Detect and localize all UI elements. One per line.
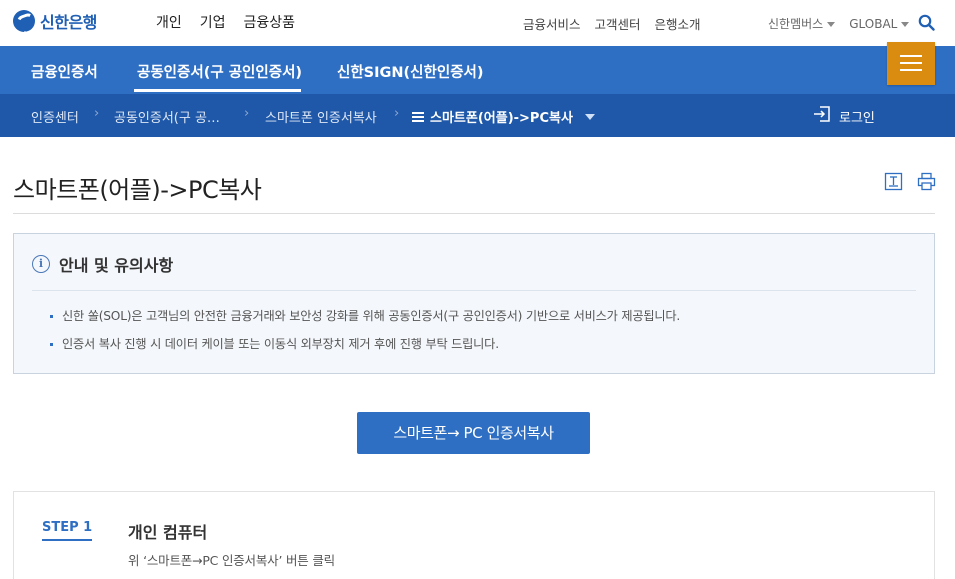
smartphone-to-pc-copy-button[interactable]: 스마트폰→ PC 인증서복사 bbox=[357, 412, 590, 454]
page-tools bbox=[884, 172, 936, 191]
chevron-down-icon bbox=[827, 22, 836, 27]
login-button[interactable]: 로그인 bbox=[813, 105, 875, 127]
global-select[interactable]: GLOBAL bbox=[849, 16, 910, 31]
family-site-select[interactable]: 신한멤버스 bbox=[768, 15, 836, 32]
active-tab-indicator bbox=[134, 89, 301, 92]
list-icon bbox=[412, 111, 424, 122]
tab-financial-certificate[interactable]: 금융인증서 bbox=[31, 61, 98, 82]
chevron-down-icon bbox=[584, 113, 595, 120]
logo-text: 신한은행 bbox=[40, 13, 97, 32]
print-icon[interactable] bbox=[917, 172, 936, 191]
step-box: STEP 1 개인 컴퓨터 위 ‘스마트폰→PC 인증서복사’ 버튼 클릭 bbox=[13, 491, 935, 579]
breadcrumb-item[interactable]: 공동인증서(구 공… bbox=[114, 107, 220, 126]
step-title: 개인 컴퓨터 bbox=[128, 523, 208, 542]
shinhan-logo-icon bbox=[13, 10, 35, 32]
breadcrumb-item[interactable]: 스마트폰 인증서복사 bbox=[265, 107, 377, 126]
breadcrumb: 인증센터 › 공동인증서(구 공… › 스마트폰 인증서복사 › 스마트폰(어플… bbox=[0, 94, 955, 137]
tab-shinhan-sign[interactable]: 신한SIGN(신한인증서) bbox=[337, 61, 484, 82]
gnb-personal[interactable]: 개인 bbox=[156, 12, 182, 32]
certificate-tabs: 금융인증서 공동인증서(구 공인인증서) 신한SIGN(신한인증서) bbox=[0, 46, 955, 94]
chevron-right-icon: › bbox=[94, 106, 100, 121]
tab-joint-certificate[interactable]: 공동인증서(구 공인인증서) bbox=[137, 61, 302, 82]
utility-nav: 금융서비스 고객센터 은행소개 bbox=[523, 14, 701, 33]
breadcrumb-current: 스마트폰(어플)->PC복사 bbox=[430, 111, 573, 126]
search-icon[interactable] bbox=[918, 14, 935, 31]
gnb-products[interactable]: 금융상품 bbox=[244, 12, 296, 32]
global-label: GLOBAL bbox=[849, 16, 898, 31]
utility-right: 신한멤버스 GLOBAL bbox=[768, 15, 910, 32]
login-icon bbox=[813, 105, 831, 127]
util-financial-services[interactable]: 금융서비스 bbox=[523, 14, 581, 33]
family-site-label: 신한멤버스 bbox=[768, 17, 824, 31]
menu-icon[interactable] bbox=[887, 42, 935, 85]
shinhan-logo[interactable]: 신한은행 bbox=[13, 9, 97, 33]
download-icon[interactable] bbox=[884, 172, 903, 191]
breadcrumb-current-select[interactable]: 스마트폰(어플)->PC복사 bbox=[412, 107, 595, 126]
step-label: STEP 1 bbox=[42, 520, 93, 541]
info-icon: i bbox=[32, 255, 50, 273]
notice-divider bbox=[32, 290, 916, 291]
chevron-right-icon: › bbox=[394, 106, 400, 121]
notice-box: i 안내 및 유의사항 신한 쏠(SOL)은 고객님의 안전한 금융거래와 보안… bbox=[13, 233, 935, 374]
chevron-right-icon: › bbox=[244, 106, 250, 121]
notice-item: 인증서 복사 진행 시 데이터 케이블 또는 이동식 외부장치 제거 후에 진행… bbox=[50, 336, 680, 364]
title-divider bbox=[13, 213, 935, 214]
top-header: 신한은행 개인 기업 금융상품 금융서비스 고객센터 은행소개 신한멤버스 GL… bbox=[0, 0, 955, 46]
notice-header: i 안내 및 유의사항 bbox=[32, 252, 173, 276]
chevron-down-icon bbox=[901, 21, 910, 27]
util-bank-intro[interactable]: 은행소개 bbox=[655, 14, 701, 33]
global-nav: 개인 기업 금융상품 bbox=[156, 12, 295, 32]
notice-title: 안내 및 유의사항 bbox=[59, 256, 174, 275]
page-title: 스마트폰(어플)->PC복사 bbox=[13, 176, 262, 204]
notice-item: 신한 쏠(SOL)은 고객님의 안전한 금융거래와 보안성 강화를 위해 공동인… bbox=[50, 308, 680, 336]
util-customer-center[interactable]: 고객센터 bbox=[595, 14, 641, 33]
login-label: 로그인 bbox=[839, 110, 875, 126]
breadcrumb-item[interactable]: 인증센터 bbox=[31, 107, 79, 126]
gnb-business[interactable]: 기업 bbox=[200, 12, 226, 32]
step-description: 위 ‘스마트폰→PC 인증서복사’ 버튼 클릭 bbox=[128, 553, 335, 568]
notice-list: 신한 쏠(SOL)은 고객님의 안전한 금융거래와 보안성 강화를 위해 공동인… bbox=[50, 308, 680, 364]
